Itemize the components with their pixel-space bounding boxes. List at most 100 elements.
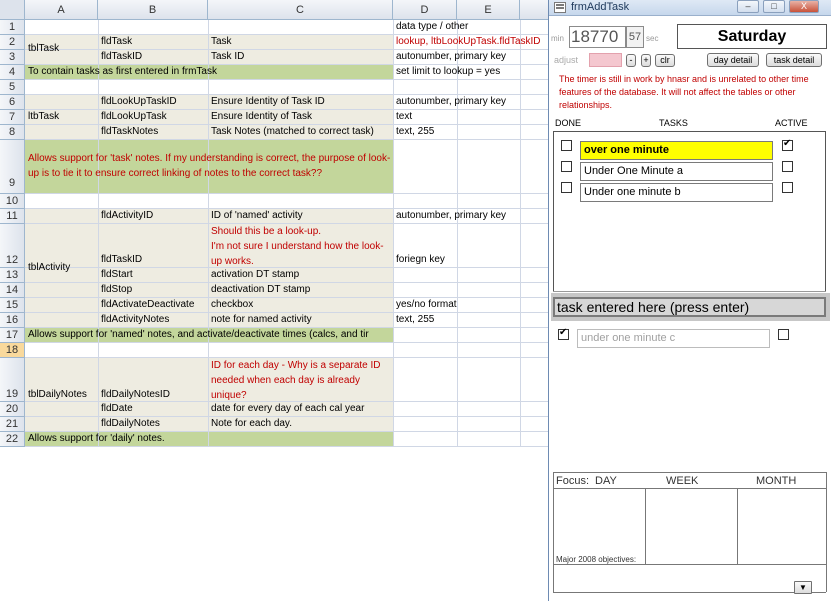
row-header-3[interactable]: 3 [0, 50, 25, 65]
row-header-17[interactable]: 17 [0, 328, 25, 343]
cell-c7[interactable]: Ensure Identity of Task [209, 110, 393, 124]
task-text[interactable]: Under One Minute a [580, 162, 773, 181]
close-button[interactable]: X [789, 0, 819, 13]
row-header-12[interactable]: 12 [0, 224, 25, 268]
cell-d8[interactable]: text, 255 [394, 125, 520, 139]
cell-d15[interactable]: yes/no format [394, 298, 520, 312]
row-header-5[interactable]: 5 [0, 80, 25, 95]
row-header-2[interactable]: 2 [0, 35, 25, 50]
row-header-22[interactable]: 22 [0, 432, 25, 447]
row-header-8[interactable]: 8 [0, 125, 25, 140]
cell-a22[interactable]: Allows support for 'daily' notes. [26, 432, 393, 446]
row-header-1[interactable]: 1 [0, 20, 25, 35]
cell-c16[interactable]: note for named activity [209, 313, 393, 327]
row-header-11[interactable]: 11 [0, 209, 25, 224]
spreadsheet[interactable]: A B C D E 1 2 3 4 5 6 7 8 9 10 11 12 13 … [0, 0, 548, 601]
task-done-checkbox[interactable] [561, 140, 572, 151]
cell-c21[interactable]: Note for each day. [209, 417, 393, 431]
cell-b14[interactable]: fldStop [99, 283, 208, 297]
row-header-20[interactable]: 20 [0, 402, 25, 417]
cell-a13[interactable]: tblActivity [26, 261, 98, 275]
cell-b19[interactable]: fldDailyNotesID [99, 388, 208, 402]
cell-b6[interactable]: fldLookUpTaskID [99, 95, 208, 109]
cell-a7[interactable]: ltbTask [26, 110, 98, 124]
row-header-7[interactable]: 7 [0, 110, 25, 125]
row-header-13[interactable]: 13 [0, 268, 25, 283]
cell-d1[interactable]: data type / other [394, 20, 520, 34]
adjust-input[interactable] [589, 53, 622, 67]
cell-b11[interactable]: fldActivityID [99, 209, 208, 223]
row-header-4[interactable]: 4 [0, 65, 25, 80]
row-header-10[interactable]: 10 [0, 194, 25, 209]
cell-b2[interactable]: fldTask [99, 35, 208, 49]
task-done-checkbox[interactable] [561, 161, 572, 172]
cell-d4[interactable]: set limit to lookup = yes [394, 65, 520, 79]
task-done-checkbox[interactable] [561, 182, 572, 193]
select-all-corner[interactable] [0, 0, 25, 20]
task-text[interactable]: Under one minute b [580, 183, 773, 202]
task-active-checkbox[interactable] [782, 138, 793, 151]
task-active-checkbox[interactable] [782, 182, 793, 193]
cell-d7[interactable]: text [394, 110, 520, 124]
task-entry-input[interactable]: task entered here (press enter) [553, 297, 826, 317]
focus-month-field[interactable] [738, 489, 826, 564]
column-header-d[interactable]: D [393, 0, 457, 20]
column-header-a[interactable]: A [25, 0, 98, 20]
task-detail-button[interactable]: task detail [766, 53, 822, 67]
completed-task-done-checkbox[interactable] [558, 327, 569, 340]
cell-b21[interactable]: fldDailyNotes [99, 417, 208, 431]
clear-button[interactable]: clr [655, 54, 675, 67]
form-titlebar[interactable]: frmAddTask – □ X [549, 0, 831, 16]
cell-d2[interactable]: lookup, ltbLookUpTask.fldTaskID [394, 35, 548, 49]
cell-c8[interactable]: Task Notes (matched to correct task) [209, 125, 393, 139]
day-detail-button[interactable]: day detail [707, 53, 759, 67]
cell-c12-line1[interactable]: Should this be a look-up. [209, 224, 393, 239]
plus-button[interactable]: + [641, 54, 651, 67]
row-header-9[interactable]: 9 [0, 140, 25, 194]
objectives-dropdown-button[interactable]: ▼ [794, 581, 812, 594]
cell-c2[interactable]: Task [209, 35, 393, 49]
minus-button[interactable]: - [626, 54, 636, 67]
completed-task-text[interactable]: under one minute c [577, 329, 770, 348]
minimize-button[interactable]: – [737, 0, 759, 13]
cell-d11[interactable]: autonumber, primary key [394, 209, 520, 223]
cell-d12[interactable]: foriegn key [394, 253, 520, 267]
cell-c14[interactable]: deactivation DT stamp [209, 283, 393, 297]
column-header-f[interactable] [520, 0, 548, 20]
maximize-button[interactable]: □ [763, 0, 785, 13]
cell-d16[interactable]: text, 255 [394, 313, 520, 327]
row-header-18[interactable]: 18 [0, 343, 25, 358]
cell-a19[interactable]: tblDailyNotes [26, 388, 98, 402]
row-header-19[interactable]: 19 [0, 358, 25, 402]
row-header-15[interactable]: 15 [0, 298, 25, 313]
focus-day-field[interactable] [554, 489, 645, 564]
focus-week-field[interactable] [646, 489, 737, 564]
cell-a4[interactable]: To contain tasks as first entered in frm… [26, 65, 393, 79]
cell-c6[interactable]: Ensure Identity of Task ID [209, 95, 393, 109]
cell-d6[interactable]: autonumber, primary key [394, 95, 520, 109]
task-active-checkbox[interactable] [782, 161, 793, 172]
cell-b16[interactable]: fldActivityNotes [99, 313, 208, 327]
cell-c19[interactable]: ID for each day - Why is a separate ID n… [209, 358, 393, 403]
cell-a17[interactable]: Allows support for 'named' notes, and ac… [26, 328, 393, 342]
column-header-c[interactable]: C [208, 0, 393, 20]
cell-b3[interactable]: fldTaskID [99, 50, 208, 64]
cell-c15[interactable]: checkbox [209, 298, 393, 312]
row-header-14[interactable]: 14 [0, 283, 25, 298]
cell-b7[interactable]: fldLookUpTask [99, 110, 208, 124]
cell-b12[interactable]: fldTaskID [99, 253, 208, 267]
cell-c13[interactable]: activation DT stamp [209, 268, 393, 282]
row-header-21[interactable]: 21 [0, 417, 25, 432]
cell-b13[interactable]: fldStart [99, 268, 208, 282]
cell-c20[interactable]: date for every day of each cal year [209, 402, 393, 416]
cell-c12-line2[interactable]: I'm not sure I understand how the look-u… [209, 239, 393, 269]
row-header-6[interactable]: 6 [0, 95, 25, 110]
column-header-e[interactable]: E [457, 0, 520, 20]
task-text[interactable]: over one minute [580, 141, 773, 160]
cell-d3[interactable]: autonumber, primary key [394, 50, 520, 64]
cell-b15[interactable]: fldActivateDeactivate [99, 298, 208, 312]
cell-b8[interactable]: fldTaskNotes [99, 125, 208, 139]
cell-a2[interactable]: tblTask [26, 42, 98, 56]
objectives-field[interactable] [554, 565, 826, 591]
completed-task-active-checkbox[interactable] [778, 329, 789, 340]
